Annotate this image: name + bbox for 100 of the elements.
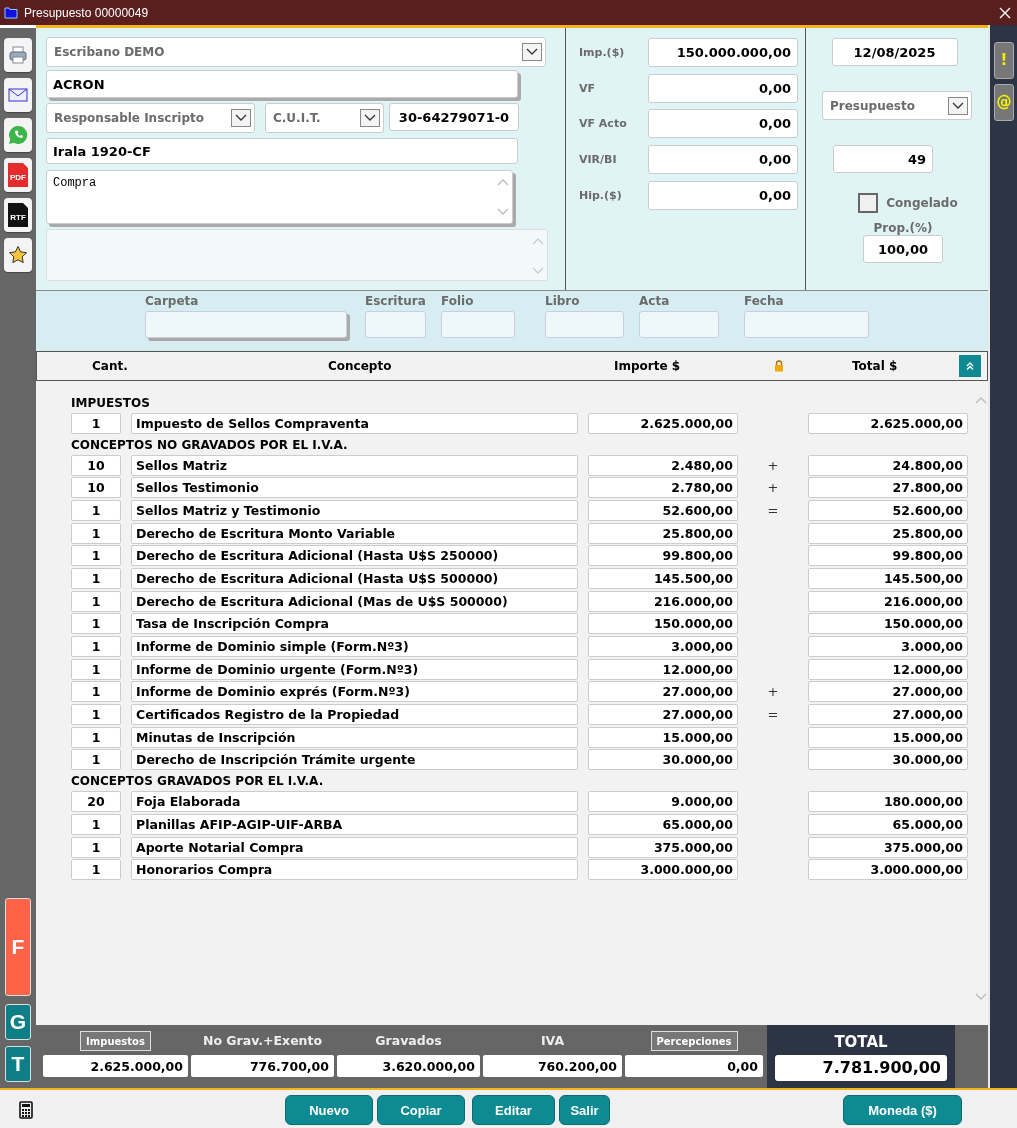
document-type-select[interactable]: Presupuesto: [822, 91, 972, 120]
quantity-cell[interactable]: 20: [71, 791, 121, 813]
checkbox[interactable]: [858, 193, 879, 213]
concept-cell[interactable]: Foja Elaborada: [131, 791, 578, 813]
tool-button[interactable]: [4, 238, 32, 272]
amount-field[interactable]: 0,00: [648, 180, 798, 210]
total-cell[interactable]: 375.000,00: [808, 836, 968, 858]
amount-cell[interactable]: 3.000.000,00: [588, 859, 738, 881]
letter-button[interactable]: T: [5, 1046, 31, 1082]
quantity-cell[interactable]: 1: [71, 636, 121, 658]
amount-cell[interactable]: 9.000,00: [588, 791, 738, 813]
quantity-cell[interactable]: 1: [71, 749, 121, 771]
concept-cell[interactable]: Derecho de Escritura Monto Variable: [131, 522, 578, 544]
concept-cell[interactable]: Impuesto de Sellos Compraventa: [131, 412, 578, 434]
concept-cell[interactable]: Aporte Notarial Compra: [131, 836, 578, 858]
quantity-cell[interactable]: 1: [71, 813, 121, 835]
totals-button[interactable]: Impuestos: [80, 1031, 151, 1051]
tax-status-select[interactable]: Responsable Inscripto: [46, 103, 255, 133]
concept-cell[interactable]: Tasa de Inscripción Compra: [131, 613, 578, 635]
action-button[interactable]: Nuevo: [285, 1095, 373, 1125]
amount-cell[interactable]: 30.000,00: [588, 749, 738, 771]
amount-cell[interactable]: 2.480,00: [588, 454, 738, 476]
side-button[interactable]: !: [994, 42, 1014, 79]
quantity-cell[interactable]: 1: [71, 836, 121, 858]
total-cell[interactable]: 65.000,00: [808, 813, 968, 835]
total-cell[interactable]: 30.000,00: [808, 749, 968, 771]
quantity-cell[interactable]: 1: [71, 658, 121, 680]
letter-button[interactable]: G: [5, 1004, 31, 1040]
tool-button[interactable]: [4, 78, 32, 112]
concept-cell[interactable]: Derecho de Inscripción Trámite urgente: [131, 749, 578, 771]
amount-field[interactable]: 0,00: [648, 109, 798, 139]
notary-select[interactable]: Escribano DEMO: [46, 37, 546, 67]
quantity-cell[interactable]: 1: [71, 704, 121, 726]
collapse-button[interactable]: [959, 355, 981, 377]
amount-cell[interactable]: 52.600,00: [588, 499, 738, 521]
concept-cell[interactable]: Honorarios Compra: [131, 859, 578, 881]
quantity-cell[interactable]: 1: [71, 590, 121, 612]
action-button[interactable]: Copiar: [377, 1095, 465, 1125]
date-field[interactable]: 12/08/2025: [831, 38, 958, 66]
amount-cell[interactable]: 375.000,00: [588, 836, 738, 858]
amount-cell[interactable]: 12.000,00: [588, 658, 738, 680]
quantity-cell[interactable]: 1: [71, 726, 121, 748]
quantity-cell[interactable]: 1: [71, 613, 121, 635]
quantity-cell[interactable]: 10: [71, 454, 121, 476]
amount-cell[interactable]: 145.500,00: [588, 567, 738, 589]
record-field[interactable]: [639, 311, 719, 338]
total-cell[interactable]: 24.800,00: [808, 454, 968, 476]
action-button[interactable]: Salir: [559, 1095, 610, 1125]
address-field[interactable]: Irala 1920-CF: [46, 138, 518, 164]
action-button[interactable]: Editar: [472, 1095, 555, 1125]
quantity-cell[interactable]: 1: [71, 412, 121, 434]
total-cell[interactable]: 52.600,00: [808, 499, 968, 521]
currency-button[interactable]: Moneda ($): [843, 1095, 962, 1125]
amount-cell[interactable]: 3.000,00: [588, 636, 738, 658]
concept-cell[interactable]: Informe de Dominio simple (Form.Nº3): [131, 636, 578, 658]
record-field[interactable]: [145, 311, 347, 338]
concept-cell[interactable]: Sellos Matriz y Testimonio: [131, 499, 578, 521]
extra-textarea[interactable]: [46, 229, 548, 281]
total-cell[interactable]: 27.000,00: [808, 681, 968, 703]
amount-cell[interactable]: 27.000,00: [588, 704, 738, 726]
calculator-icon[interactable]: [19, 1101, 33, 1119]
id-number-field[interactable]: 30-64279071-0: [389, 103, 519, 131]
amount-cell[interactable]: 25.800,00: [588, 522, 738, 544]
quantity-cell[interactable]: 10: [71, 477, 121, 499]
concept-cell[interactable]: Planillas AFIP-AGIP-UIF-ARBA: [131, 813, 578, 835]
number-field[interactable]: 49: [833, 145, 933, 173]
quantity-cell[interactable]: 1: [71, 499, 121, 521]
concept-cell[interactable]: Sellos Testimonio: [131, 477, 578, 499]
total-cell[interactable]: 15.000,00: [808, 726, 968, 748]
quantity-cell[interactable]: 1: [71, 522, 121, 544]
record-field[interactable]: [365, 311, 426, 338]
record-field[interactable]: [744, 311, 869, 338]
amount-cell[interactable]: 99.800,00: [588, 545, 738, 567]
concept-cell[interactable]: Derecho de Escritura Adicional (Hasta U$S 250000): [131, 545, 578, 567]
amount-field[interactable]: 150.000.000,00: [648, 38, 798, 68]
total-cell[interactable]: 27.800,00: [808, 477, 968, 499]
total-cell[interactable]: 150.000,00: [808, 613, 968, 635]
total-cell[interactable]: 216.000,00: [808, 590, 968, 612]
quantity-cell[interactable]: 1: [71, 545, 121, 567]
amount-cell[interactable]: 216.000,00: [588, 590, 738, 612]
concept-cell[interactable]: Minutas de Inscripción: [131, 726, 578, 748]
total-cell[interactable]: 3.000.000,00: [808, 859, 968, 881]
total-cell[interactable]: 25.800,00: [808, 522, 968, 544]
note-textarea[interactable]: Compra: [46, 170, 513, 224]
record-field[interactable]: [545, 311, 624, 338]
amount-field[interactable]: 0,00: [648, 73, 798, 103]
amount-field[interactable]: 0,00: [648, 145, 798, 175]
client-name-field[interactable]: ACRON: [46, 70, 518, 98]
record-field[interactable]: [441, 311, 515, 338]
quantity-cell[interactable]: 1: [71, 859, 121, 881]
total-cell[interactable]: 12.000,00: [808, 658, 968, 680]
amount-cell[interactable]: 150.000,00: [588, 613, 738, 635]
total-cell[interactable]: 2.625.000,00: [808, 412, 968, 434]
total-cell[interactable]: 99.800,00: [808, 545, 968, 567]
amount-cell[interactable]: 65.000,00: [588, 813, 738, 835]
side-button[interactable]: @: [994, 84, 1014, 121]
total-cell[interactable]: 3.000,00: [808, 636, 968, 658]
total-cell[interactable]: 145.500,00: [808, 567, 968, 589]
concept-cell[interactable]: Certificados Registro de la Propiedad: [131, 704, 578, 726]
concept-cell[interactable]: Informe de Dominio exprés (Form.Nº3): [131, 681, 578, 703]
